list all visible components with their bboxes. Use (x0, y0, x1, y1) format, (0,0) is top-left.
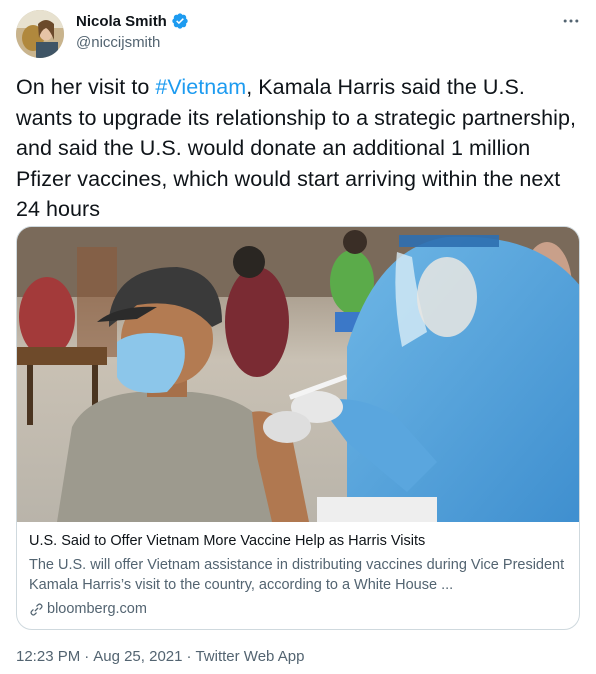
tweet-metadata: 12:23 PM · Aug 25, 2021 · Twitter Web Ap… (16, 648, 304, 665)
card-description: The U.S. will offer Vietnam assistance i… (29, 557, 565, 593)
more-horizontal-icon (563, 19, 579, 23)
display-name[interactable]: Nicola Smith (76, 13, 167, 30)
meta-separator: · (84, 648, 90, 665)
verified-badge-icon (172, 13, 188, 29)
card-source-domain: bloomberg.com (47, 601, 147, 617)
link-preview-card[interactable]: U.S. Said to Offer Vietnam More Vaccine … (16, 226, 580, 630)
avatar[interactable] (16, 10, 64, 58)
card-source: bloomberg.com (29, 601, 147, 617)
tweet: Nicola Smith @niccijsmith On her visit t… (0, 0, 596, 674)
tweet-time[interactable]: 12:23 PM (16, 648, 80, 665)
more-options-button[interactable] (558, 10, 584, 32)
tweet-text: On her visit to #Vietnam, Kamala Harris … (16, 72, 576, 225)
hashtag-link[interactable]: #Vietnam (155, 75, 246, 99)
tweet-date[interactable]: Aug 25, 2021 (93, 648, 182, 665)
card-title: U.S. Said to Offer Vietnam More Vaccine … (29, 533, 426, 549)
avatar-image (16, 10, 64, 58)
author-name-row: Nicola Smith (76, 12, 189, 30)
author-handle[interactable]: @niccijsmith (76, 34, 160, 51)
vaccination-photo (17, 227, 579, 522)
meta-separator: · (186, 648, 192, 665)
tweet-client[interactable]: Twitter Web App (195, 648, 304, 665)
card-image[interactable] (17, 227, 579, 522)
link-icon (30, 602, 43, 616)
tweet-text-before: On her visit to (16, 75, 156, 99)
